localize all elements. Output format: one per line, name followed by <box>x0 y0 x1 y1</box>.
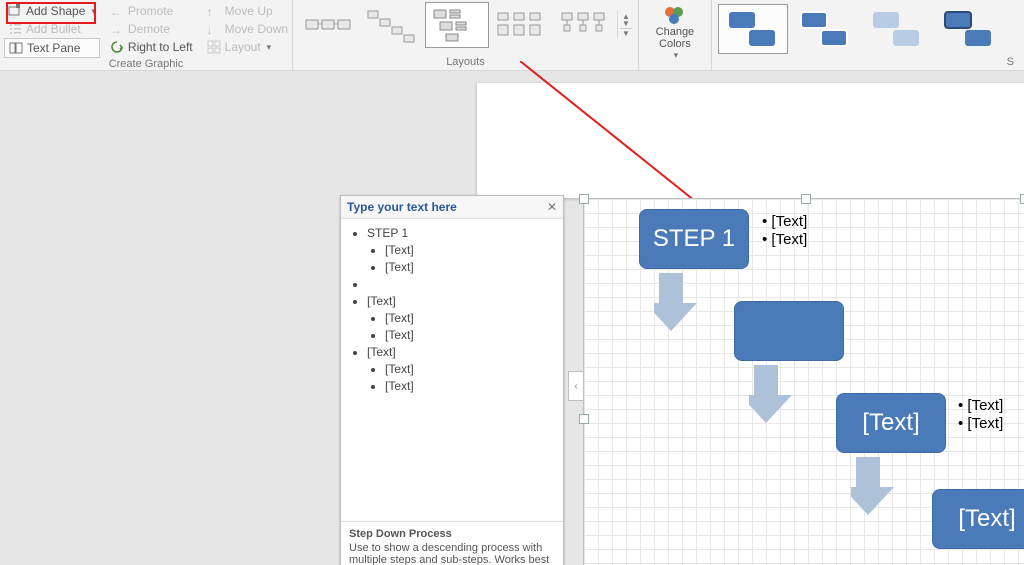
layout-option-2[interactable] <box>361 2 425 48</box>
connector-arrow-icon <box>654 267 704 337</box>
group-label-layouts: Layouts <box>297 56 634 70</box>
promote-label: Promote <box>128 3 173 19</box>
add-shape-icon <box>8 4 22 18</box>
style-option-1-selected[interactable] <box>718 4 788 54</box>
rtl-icon <box>110 40 124 54</box>
selection-handle[interactable] <box>1020 194 1024 204</box>
textpane-outline[interactable]: STEP 1[Text][Text][Text][Text][Text][Tex… <box>341 219 563 521</box>
smartart-step-3[interactable]: [Text] <box>836 393 946 453</box>
smartart-step-4[interactable]: [Text] <box>932 489 1024 549</box>
add-bullet-icon <box>8 22 22 36</box>
selection-handle[interactable] <box>579 414 589 424</box>
workspace: STEP 1 • [Text] • [Text] [Text] • [Text]… <box>0 71 1024 565</box>
text-pane-button[interactable]: Text Pane <box>4 38 100 58</box>
add-bullet-button[interactable]: Add Bullet <box>4 20 100 38</box>
textpane-title: Type your text here <box>347 200 457 214</box>
chevron-down-icon: ▾ <box>674 50 679 61</box>
step-label: [Text] <box>958 505 1015 533</box>
bullet-text: [Text] <box>771 213 807 230</box>
outline-subitem[interactable]: [Text] <box>385 379 555 393</box>
outline-item[interactable] <box>367 277 555 291</box>
outline-item[interactable]: STEP 1[Text][Text] <box>367 226 555 274</box>
close-icon[interactable]: ✕ <box>547 200 557 214</box>
document-page <box>477 83 1024 198</box>
connector-arrow-icon <box>851 451 901 521</box>
arrow-left-icon: ← <box>110 4 124 18</box>
bullet-text: [Text] <box>771 231 807 248</box>
bullet-text: [Text] <box>967 397 1003 414</box>
outline-subitem[interactable]: [Text] <box>385 362 555 376</box>
move-up-label: Move Up <box>225 3 273 19</box>
text-pane-icon <box>9 41 23 55</box>
bullet-text: [Text] <box>967 415 1003 432</box>
group-label-create-graphic: Create Graphic <box>4 58 288 72</box>
palette-icon <box>662 4 688 26</box>
demote-label: Demote <box>128 21 170 37</box>
step-label: [Text] <box>862 409 919 437</box>
smartart-canvas[interactable]: STEP 1 • [Text] • [Text] [Text] • [Text]… <box>583 198 1024 565</box>
move-up-button[interactable]: ↑ Move Up <box>203 2 292 20</box>
connector-arrow-icon <box>749 359 799 429</box>
step-3-bullets[interactable]: • [Text] • [Text] <box>958 397 1003 433</box>
layout-option-4[interactable] <box>489 2 553 48</box>
outline-subitem[interactable]: [Text] <box>385 311 555 325</box>
layout-option-1[interactable] <box>297 2 361 48</box>
layout-option-3-selected[interactable] <box>425 2 489 48</box>
style-option-3[interactable] <box>862 4 932 54</box>
layout-icon <box>207 40 221 54</box>
outline-subitem[interactable]: [Text] <box>385 243 555 257</box>
selection-handle[interactable] <box>801 194 811 204</box>
step-label: STEP 1 <box>653 225 735 253</box>
arrow-right-icon: → <box>110 22 124 36</box>
footer-desc: Use to show a descending process with mu… <box>349 542 549 565</box>
outline-subitem[interactable]: [Text] <box>385 328 555 342</box>
chevron-down-icon: ▾ <box>91 3 96 19</box>
layout-option-5[interactable] <box>553 2 617 48</box>
gallery-more-icon[interactable]: ▼ <box>620 28 632 37</box>
style-option-4[interactable] <box>934 4 1004 54</box>
smartart-step-2[interactable] <box>734 301 844 361</box>
text-pane-label: Text Pane <box>27 40 80 56</box>
arrow-down-icon: ↓ <box>207 22 221 36</box>
chevron-down-icon: ▾ <box>267 39 272 55</box>
add-shape-button[interactable]: Add Shape ▾ <box>4 2 100 20</box>
chevron-left-icon: ‹ <box>574 381 577 392</box>
rtl-label: Right to Left <box>128 39 193 55</box>
demote-button[interactable]: → Demote <box>106 20 197 38</box>
chevron-down-icon[interactable]: ▼ <box>620 20 632 27</box>
outline-item[interactable]: [Text][Text][Text] <box>367 294 555 342</box>
styles-gallery[interactable] <box>716 2 1006 56</box>
gallery-scroll[interactable]: ▲▼▼ <box>617 11 634 39</box>
arrow-up-icon: ↑ <box>207 4 221 18</box>
text-pane-panel: Type your text here ✕ STEP 1[Text][Text]… <box>340 195 564 565</box>
outline-item[interactable]: [Text][Text][Text] <box>367 345 555 393</box>
add-bullet-label: Add Bullet <box>26 21 81 37</box>
group-label-styles-partial: S <box>716 56 1020 70</box>
layout-label: Layout <box>225 39 261 55</box>
style-option-2[interactable] <box>790 4 860 54</box>
layout-button[interactable]: Layout ▾ <box>203 38 292 56</box>
textpane-footer: Step Down Process Use to show a descendi… <box>341 521 563 565</box>
promote-button[interactable]: ← Promote <box>106 2 197 20</box>
step-1-bullets[interactable]: • [Text] • [Text] <box>762 213 807 249</box>
smartart-step-1[interactable]: STEP 1 <box>639 209 749 269</box>
layouts-gallery[interactable]: ▲▼▼ <box>297 2 634 48</box>
ribbon: Add Shape ▾ Add Bullet Text Pane <box>0 0 1024 71</box>
textpane-expander[interactable]: ‹ <box>568 371 584 401</box>
footer-title: Step Down Process <box>349 528 555 540</box>
add-shape-label: Add Shape <box>26 3 85 19</box>
selection-handle[interactable] <box>579 194 589 204</box>
move-down-button[interactable]: ↓ Move Down <box>203 20 292 38</box>
change-colors-button[interactable]: Change Colors ▾ <box>643 2 707 63</box>
outline-subitem[interactable]: [Text] <box>385 260 555 274</box>
move-down-label: Move Down <box>225 21 288 37</box>
change-colors-label: Change Colors <box>656 26 695 50</box>
right-to-left-button[interactable]: Right to Left <box>106 38 197 56</box>
